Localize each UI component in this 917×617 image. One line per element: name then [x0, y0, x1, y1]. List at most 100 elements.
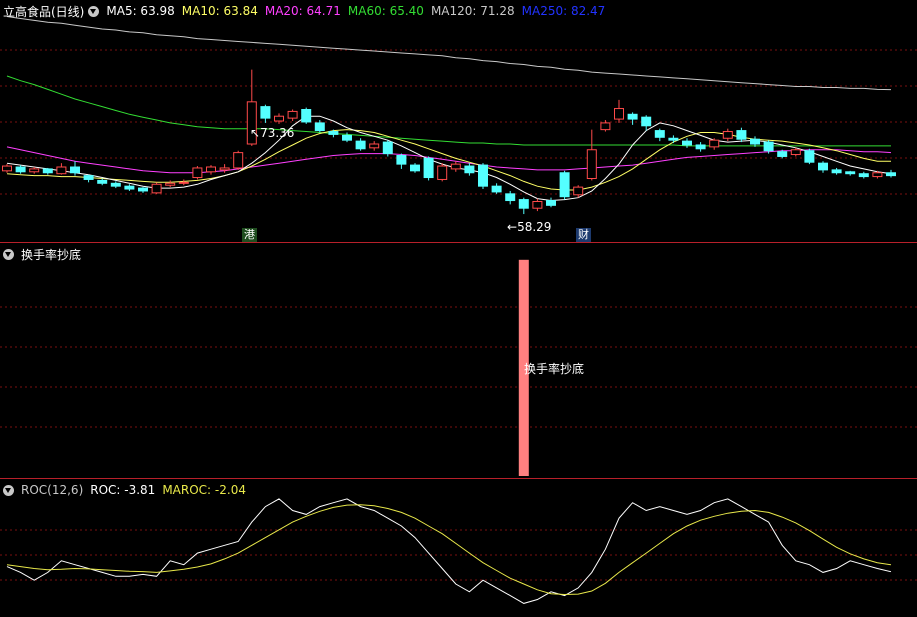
candle-body	[654, 130, 665, 138]
dropdown-icon[interactable]	[3, 248, 14, 260]
candle	[151, 182, 162, 194]
candle	[722, 128, 733, 142]
candle	[396, 153, 407, 169]
candle-body	[192, 167, 203, 179]
candle-body	[70, 166, 80, 174]
high-price-label: 73.36	[260, 126, 295, 140]
candle	[668, 135, 679, 144]
candle	[97, 178, 108, 186]
roc-legend: ROC(12,6) ROC: -3.81 MAROC: -2.04	[3, 482, 253, 498]
roc-indicator-name: ROC(12,6)	[21, 483, 84, 497]
candle-body	[233, 152, 244, 169]
ma120-line	[6, 16, 892, 91]
maroc-line	[6, 504, 892, 596]
candle-body	[641, 116, 652, 127]
candle	[886, 169, 896, 178]
ma120-legend: MA120: 71.28	[430, 4, 515, 18]
candle-body	[138, 187, 148, 192]
candle	[654, 128, 665, 142]
candle-body	[15, 166, 26, 173]
candle-body	[695, 144, 706, 150]
candle-body	[110, 182, 121, 187]
candle-body	[668, 137, 679, 141]
candle-body	[287, 110, 298, 119]
candle	[206, 165, 216, 175]
roc-chart[interactable]	[0, 479, 917, 617]
candle-body	[382, 141, 393, 155]
candle-body	[342, 134, 352, 141]
event-tag-left[interactable]: 港	[242, 228, 257, 242]
candle-body	[518, 199, 529, 209]
candle-body	[845, 171, 856, 175]
candle-body	[790, 149, 801, 156]
candle	[83, 174, 94, 183]
candle	[464, 163, 475, 176]
candle	[546, 197, 556, 208]
candle-body	[83, 175, 94, 180]
candle	[165, 180, 176, 188]
candle-body	[410, 164, 420, 172]
low-price-marker: ←58.29	[507, 220, 551, 234]
candle-body	[831, 169, 842, 174]
candle	[56, 163, 67, 175]
candle-body	[573, 186, 584, 196]
candle-body	[2, 165, 12, 172]
candle	[600, 120, 611, 132]
turnover-pane[interactable]: 换手率抄底 换手率抄底	[0, 243, 917, 479]
candle	[382, 140, 393, 157]
candle-body	[314, 122, 325, 132]
maroc-value: MAROC: -2.04	[162, 483, 246, 497]
candle	[518, 197, 529, 215]
candle-body	[872, 172, 883, 178]
candle-body	[355, 140, 366, 150]
dropdown-icon[interactable]	[3, 484, 14, 496]
candle	[437, 163, 448, 182]
candle	[42, 167, 53, 175]
candle-body	[396, 155, 407, 165]
candle-body	[328, 131, 339, 135]
candle	[736, 127, 747, 143]
candle	[491, 183, 502, 194]
candle	[260, 104, 271, 123]
candle	[450, 161, 461, 172]
turnover-legend: 换手率抄底	[3, 246, 88, 262]
candle-body	[722, 131, 733, 139]
candle-body	[464, 165, 475, 174]
candle	[124, 184, 135, 191]
candle-body	[586, 149, 597, 179]
candle	[110, 181, 121, 189]
candle	[586, 129, 597, 181]
candle-body	[219, 167, 230, 171]
candle-body	[858, 173, 869, 178]
candle-body	[682, 140, 692, 146]
signal-bar-label: 换手率抄底	[524, 362, 585, 376]
candle-body	[600, 122, 611, 131]
candle	[845, 170, 856, 176]
candlestick-chart[interactable]	[0, 0, 917, 243]
roc-value: ROC: -3.81	[90, 483, 156, 497]
candle-body	[260, 106, 271, 119]
event-tag-right[interactable]: 财	[576, 228, 591, 242]
candle	[29, 167, 40, 174]
candle	[818, 161, 828, 173]
candle-body	[56, 166, 67, 175]
candle-body	[736, 130, 747, 140]
candle-body	[165, 182, 176, 186]
candle	[858, 171, 869, 179]
candle	[532, 198, 543, 212]
candle	[423, 156, 434, 181]
candle-body	[491, 185, 502, 193]
candle	[2, 164, 12, 173]
candle	[301, 107, 312, 124]
candle-body	[614, 108, 624, 120]
candle	[178, 179, 189, 186]
candle-body	[274, 115, 284, 122]
roc-pane[interactable]: ROC(12,6) ROC: -3.81 MAROC: -2.04	[0, 479, 917, 617]
candle-body	[301, 109, 312, 123]
candle	[559, 170, 570, 200]
candle-body	[423, 157, 434, 179]
candle-body	[546, 200, 556, 206]
turnover-chart[interactable]	[0, 243, 917, 479]
dropdown-icon[interactable]	[88, 5, 100, 17]
price-pane[interactable]: 立高食品(日线) MA5: 63.98 MA10: 63.84 MA20: 64…	[0, 0, 917, 243]
